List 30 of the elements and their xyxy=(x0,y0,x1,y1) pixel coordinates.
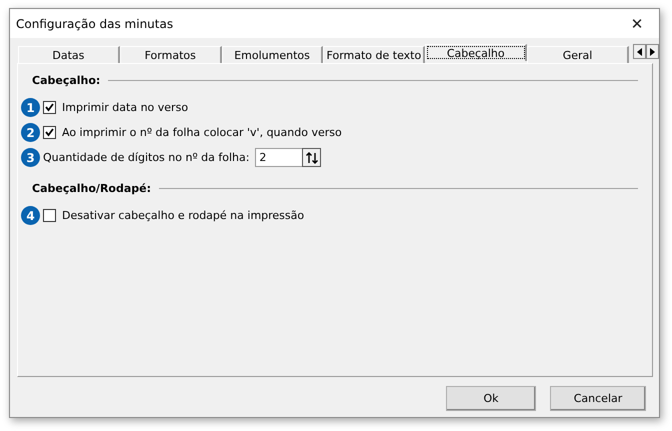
section-heading: Cabeçalho/Rodapé: xyxy=(32,182,152,195)
checkbox-label: Desativar cabeçalho e rodapé na impressão xyxy=(62,209,304,222)
up-down-arrows-icon xyxy=(306,152,318,164)
tab[interactable]: Formato de texto xyxy=(323,46,426,63)
digits-field[interactable]: 2 xyxy=(255,148,302,167)
number-badge: 1 xyxy=(21,98,40,117)
number-badge: 3 xyxy=(21,148,40,167)
cancel-button[interactable]: Cancelar xyxy=(550,386,646,411)
spin-button[interactable] xyxy=(302,148,322,167)
checkbox[interactable] xyxy=(43,126,56,139)
scroll-right-button[interactable] xyxy=(646,44,659,59)
number-badge: 4 xyxy=(21,206,40,225)
tab[interactable]: Cabeçalho xyxy=(425,44,528,61)
close-button[interactable]: ✕ xyxy=(615,9,659,38)
tab[interactable]: Geral xyxy=(527,46,629,63)
tab[interactable]: Formatos xyxy=(120,46,222,63)
right-arrow-icon xyxy=(650,48,655,56)
tab[interactable]: Datas xyxy=(18,46,120,63)
scroll-left-button[interactable] xyxy=(632,44,646,59)
checkbox-label: Ao imprimir o nº da folha colocar 'v', quando verso xyxy=(62,126,342,139)
number-badge: 2 xyxy=(21,123,40,142)
window-title: Configuração das minutas xyxy=(16,16,174,30)
ok-button[interactable]: Ok xyxy=(446,386,536,411)
section-heading: Cabeçalho: xyxy=(32,74,100,87)
checkbox[interactable] xyxy=(43,209,56,222)
left-arrow-icon xyxy=(636,48,642,56)
checkbox[interactable] xyxy=(43,101,56,114)
field-label: Quantidade de dígitos no nº da folha: xyxy=(43,151,250,164)
tab[interactable]: Emolumentos xyxy=(222,46,324,63)
checkbox-label: Imprimir data no verso xyxy=(62,101,188,114)
